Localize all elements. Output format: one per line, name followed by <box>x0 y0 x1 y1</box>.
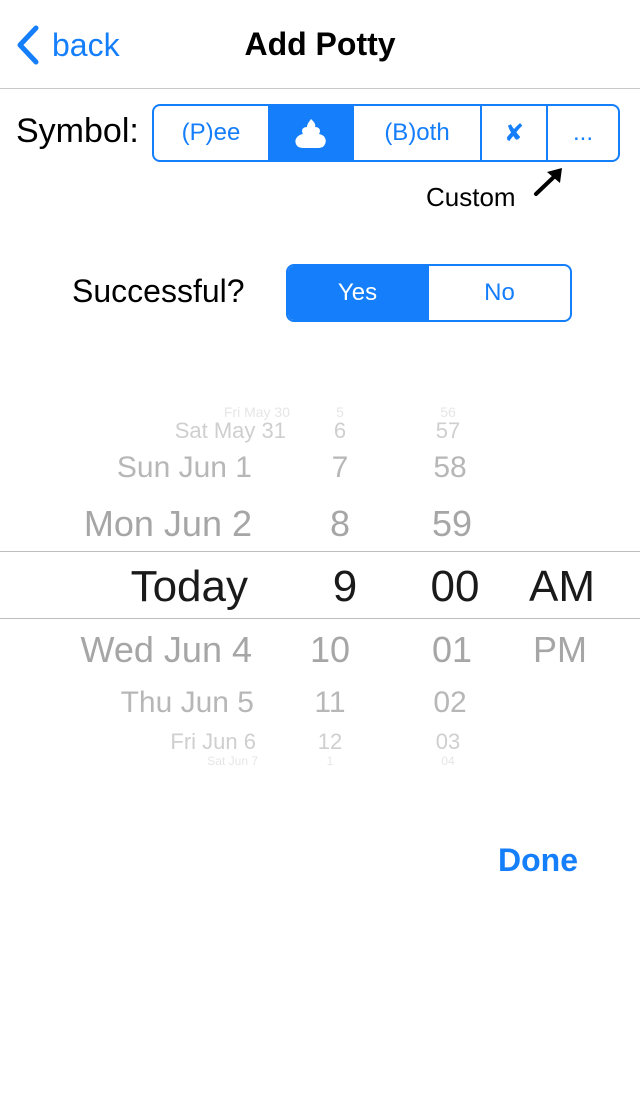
picker-minute-item[interactable]: 04 <box>408 754 488 768</box>
picker-date-item[interactable]: Fri Jun 6 <box>0 729 256 755</box>
picker-hour-item[interactable]: 8 <box>300 503 380 545</box>
picker-minute-item[interactable]: 01 <box>412 629 492 671</box>
symbol-label: Symbol: <box>16 112 139 150</box>
poop-icon <box>295 119 326 148</box>
picker-date-item[interactable]: Sat May 31 <box>0 418 286 444</box>
picker-date-item[interactable]: Mon Jun 2 <box>0 503 252 545</box>
symbol-custom-segment[interactable]: ... <box>548 106 618 160</box>
done-button[interactable]: Done <box>498 842 578 879</box>
picker-hour-item[interactable]: 11 <box>290 686 370 720</box>
successful-yes-segment[interactable]: Yes <box>288 266 429 320</box>
arrow-up-right-icon <box>534 168 562 196</box>
navigation-bar: back Add Potty <box>0 0 640 89</box>
symbol-pee-segment[interactable]: (P)ee <box>154 106 270 160</box>
symbol-poo-segment[interactable] <box>270 106 354 160</box>
picker-date-item[interactable]: Sat Jun 7 <box>0 754 258 768</box>
picker-hour-item[interactable]: 6 <box>300 418 380 444</box>
picker-minute-item[interactable]: 03 <box>408 729 488 755</box>
picker-minute-item[interactable]: 59 <box>412 503 492 545</box>
picker-date-item[interactable]: Thu Jun 5 <box>0 686 254 720</box>
picker-minute-item[interactable]: 57 <box>408 418 488 444</box>
picker-hour-item[interactable]: 12 <box>290 729 370 755</box>
picker-date-item[interactable]: Wed Jun 4 <box>0 629 252 671</box>
picker-hour-item[interactable]: 1 <box>290 754 370 768</box>
picker-minute-item[interactable]: 02 <box>410 686 490 720</box>
page-title: Add Potty <box>244 26 396 62</box>
symbol-segmented-control: (P)ee (B)oth ✘ ... <box>152 104 620 162</box>
picker-hour-item[interactable]: 7 <box>300 451 380 485</box>
picker-hour-item[interactable]: 10 <box>290 629 370 671</box>
symbol-none-segment[interactable]: ✘ <box>482 106 548 160</box>
successful-label: Successful? <box>72 273 245 309</box>
picker-date-selected[interactable]: Today <box>0 562 248 612</box>
picker-ampm-item[interactable]: PM <box>512 629 608 671</box>
picker-ampm-selected[interactable]: AM <box>512 562 612 612</box>
picker-date-item[interactable]: Sun Jun 1 <box>0 451 252 485</box>
picker-hour-selected[interactable]: 9 <box>300 562 390 612</box>
picker-minute-item[interactable]: 58 <box>410 451 490 485</box>
successful-segmented-control: Yes No <box>286 264 572 322</box>
custom-hint-label: Custom <box>426 182 516 212</box>
picker-minute-selected[interactable]: 00 <box>410 562 500 612</box>
symbol-both-segment[interactable]: (B)oth <box>354 106 482 160</box>
successful-no-segment[interactable]: No <box>429 266 570 320</box>
